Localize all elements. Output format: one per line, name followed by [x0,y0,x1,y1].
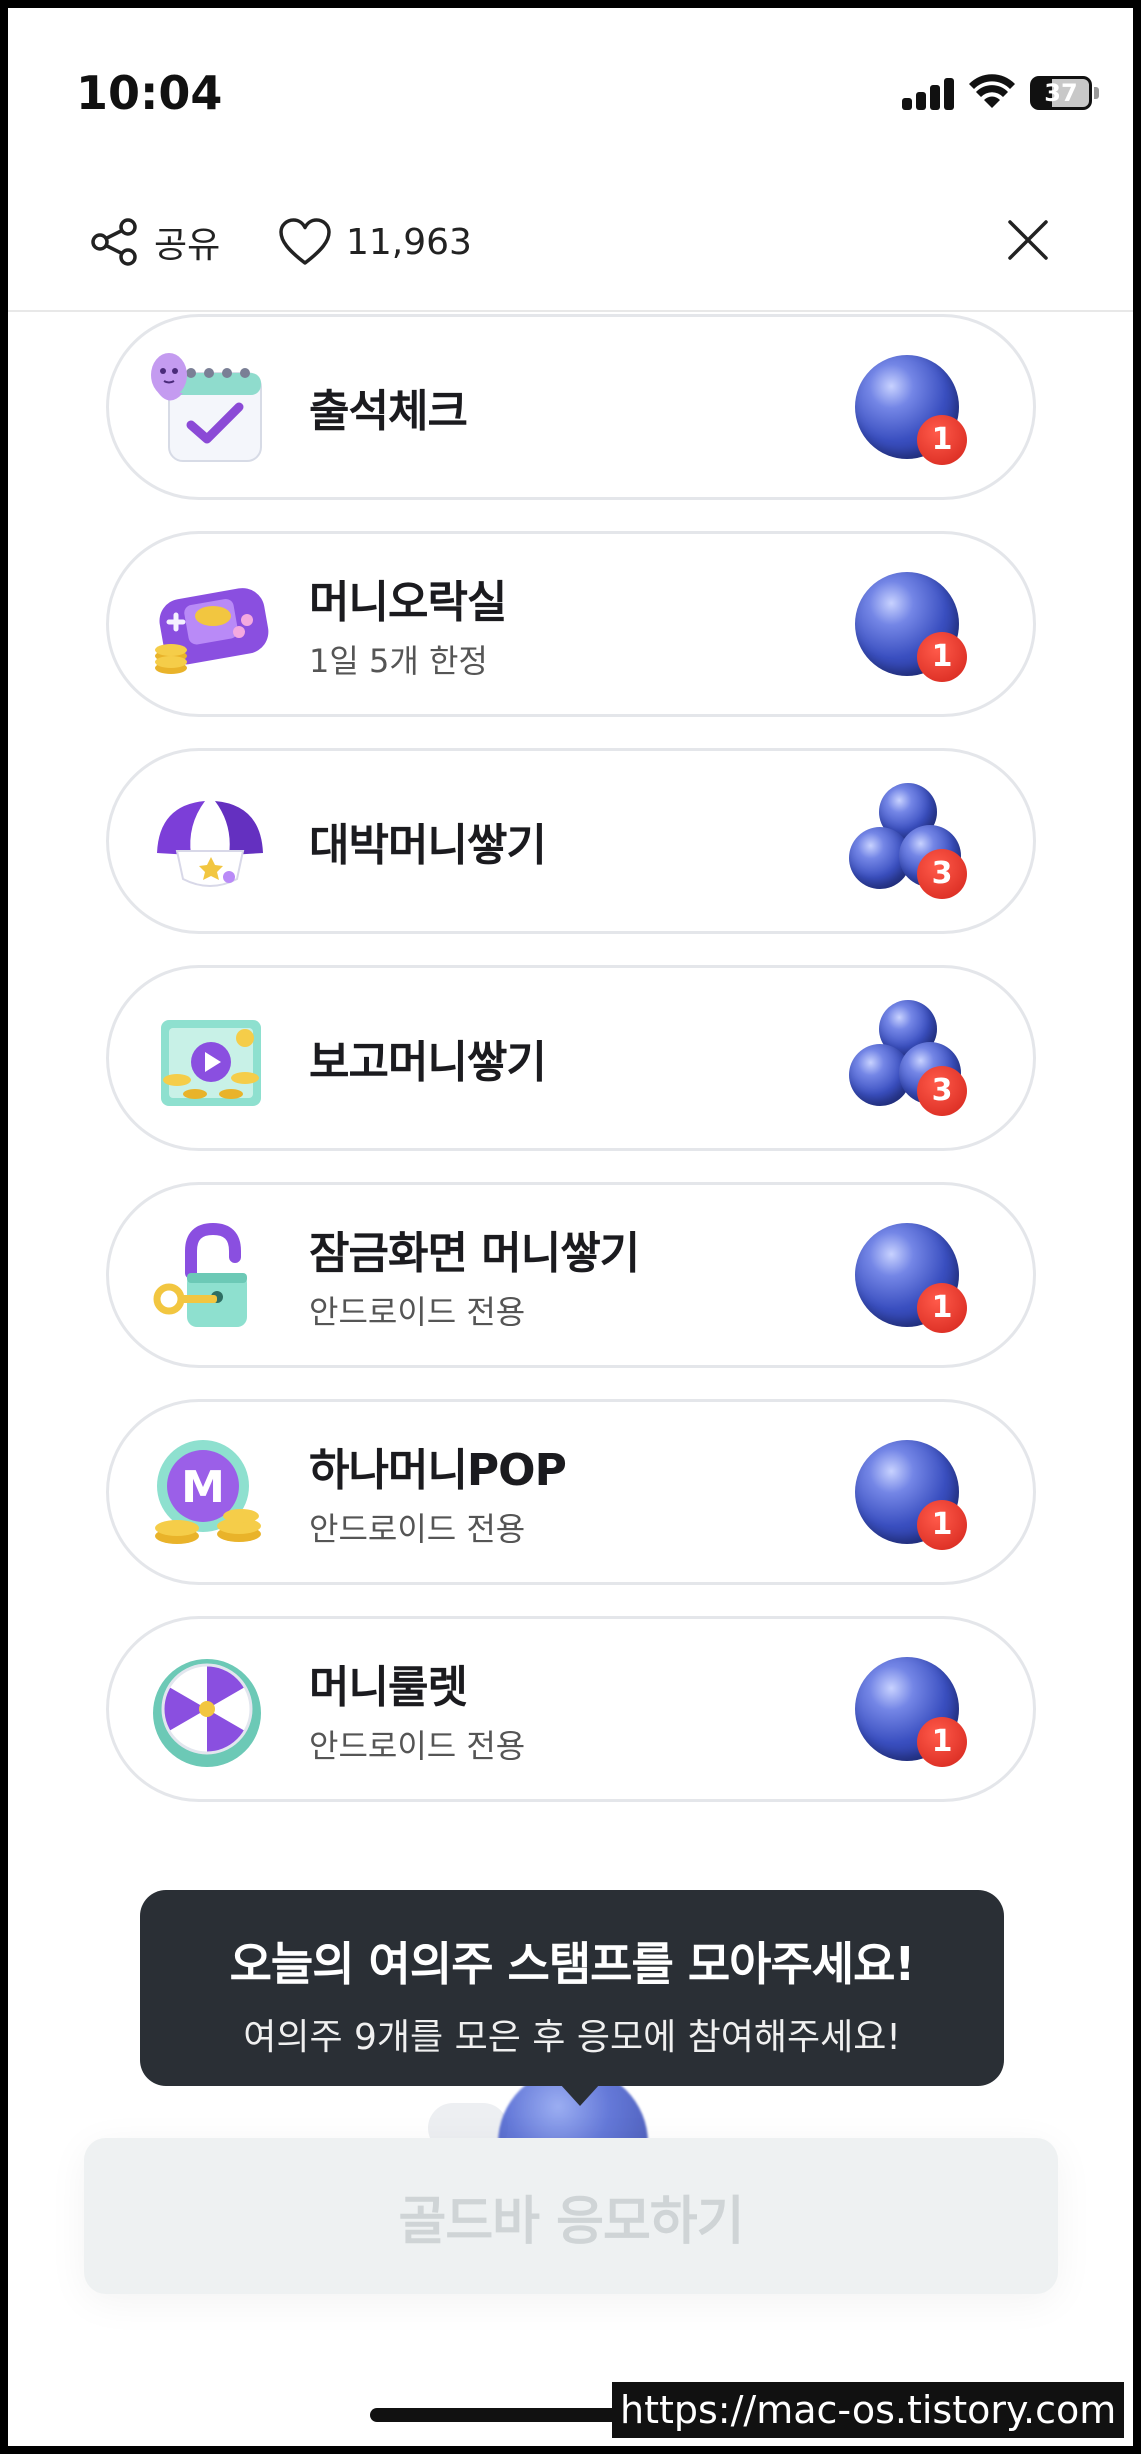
heart-icon [279,218,331,265]
mission-item-attendance[interactable]: 출석체크 1 [106,314,1036,500]
mission-item-jackpot[interactable]: 대박머니쌓기 3 [106,748,1036,934]
tooltip-subtitle: 여의주 9개를 모은 후 응모에 참여해주세요! [243,2017,901,2058]
watermark: https://mac-os.tistory.com [612,2382,1125,2438]
stamp-tooltip: 오늘의 여의주 스탬프를 모아주세요! 여의주 9개를 모은 후 응모에 참여해… [140,1890,1004,2106]
mission-title: 보고머니쌓기 [309,1037,547,1088]
mission-subtitle: 안드로이드 전용 [309,1293,526,1331]
mission-text: 보고머니쌓기 [309,968,547,1148]
stamp-count: 1 [917,1283,967,1333]
mission-text: 출석체크 [309,317,468,497]
stamp-badge-triple: 3 [845,1000,971,1120]
game-console-icon [155,588,269,674]
status-time: 10:04 [76,66,223,120]
cellular-signal-icon [902,76,954,110]
mission-item-watch[interactable]: 보고머니쌓기 3 [106,965,1036,1151]
stamp-badge: 1 [845,349,971,469]
app-screen: 10:04 37 공유 11,963 출석체크 1 머니오락실 1일 5개 한정… [8,8,1133,2446]
share-button[interactable]: 공유 [88,212,220,272]
mission-subtitle: 1일 5개 한정 [309,642,488,680]
mission-item-arcade[interactable]: 머니오락실 1일 5개 한정 1 [106,531,1036,717]
apply-gold-bar-button[interactable]: 골드바 응모하기 [84,2138,1058,2294]
stamp-badge-triple: 3 [845,783,971,903]
tooltip-title: 오늘의 여의주 스탬프를 모아주세요! [229,1937,916,1991]
calendar-check-icon [151,353,262,462]
mission-item-hanamoney-pop[interactable]: M 하나머니POP 안드로이드 전용 1 [106,1399,1036,1585]
wifi-icon [969,74,1015,108]
svg-text:M: M [181,1462,225,1513]
share-icon [91,218,137,266]
mission-text: 잠금화면 머니쌓기 안드로이드 전용 [309,1185,640,1365]
stamp-badge: 1 [845,566,971,686]
mission-title: 대박머니쌓기 [309,820,547,871]
header-bar: 공유 11,963 [8,188,1133,312]
mission-subtitle: 안드로이드 전용 [309,1727,526,1765]
battery-level: 37 [1044,79,1078,107]
video-coins-icon [161,1020,261,1106]
surprise-egg-icon [157,801,263,887]
mission-subtitle: 안드로이드 전용 [309,1510,526,1548]
stamp-count: 1 [917,415,967,465]
stamp-badge: 1 [845,1434,971,1554]
stamp-badge: 1 [845,1651,971,1771]
tooltip-arrow [560,2084,600,2106]
stamp-count: 3 [917,849,967,899]
mission-text: 대박머니쌓기 [309,751,547,931]
mission-item-roulette[interactable]: 머니룰렛 안드로이드 전용 1 [106,1616,1036,1802]
mission-title: 머니오락실 [309,577,507,628]
mission-text: 하나머니POP 안드로이드 전용 [309,1402,567,1582]
stamp-count: 1 [917,1500,967,1550]
money-coin-icon: M [155,1440,261,1544]
close-icon[interactable] [998,210,1058,270]
mission-title: 출석체크 [309,386,468,437]
status-bar: 10:04 37 [8,8,1133,168]
mission-title: 하나머니POP [309,1445,567,1496]
mission-text: 머니룰렛 안드로이드 전용 [309,1619,525,1799]
mission-title: 머니룰렛 [309,1662,468,1713]
battery-icon: 37 [1030,76,1100,110]
like-button[interactable]: 11,963 [278,212,472,272]
stamp-count: 1 [917,1717,967,1767]
stamp-badge: 1 [845,1217,971,1337]
stamp-count: 1 [917,632,967,682]
mission-title: 잠금화면 머니쌓기 [309,1228,640,1279]
mission-item-lockscreen[interactable]: 잠금화면 머니쌓기 안드로이드 전용 1 [106,1182,1036,1368]
roulette-icon [153,1659,261,1767]
apply-button-label: 골드바 응모하기 [398,2191,745,2252]
padlock-key-icon [153,1222,247,1327]
share-label: 공유 [154,225,221,266]
stamp-count: 3 [917,1066,967,1116]
like-count: 11,963 [346,221,472,263]
mission-text: 머니오락실 1일 5개 한정 [309,534,507,714]
